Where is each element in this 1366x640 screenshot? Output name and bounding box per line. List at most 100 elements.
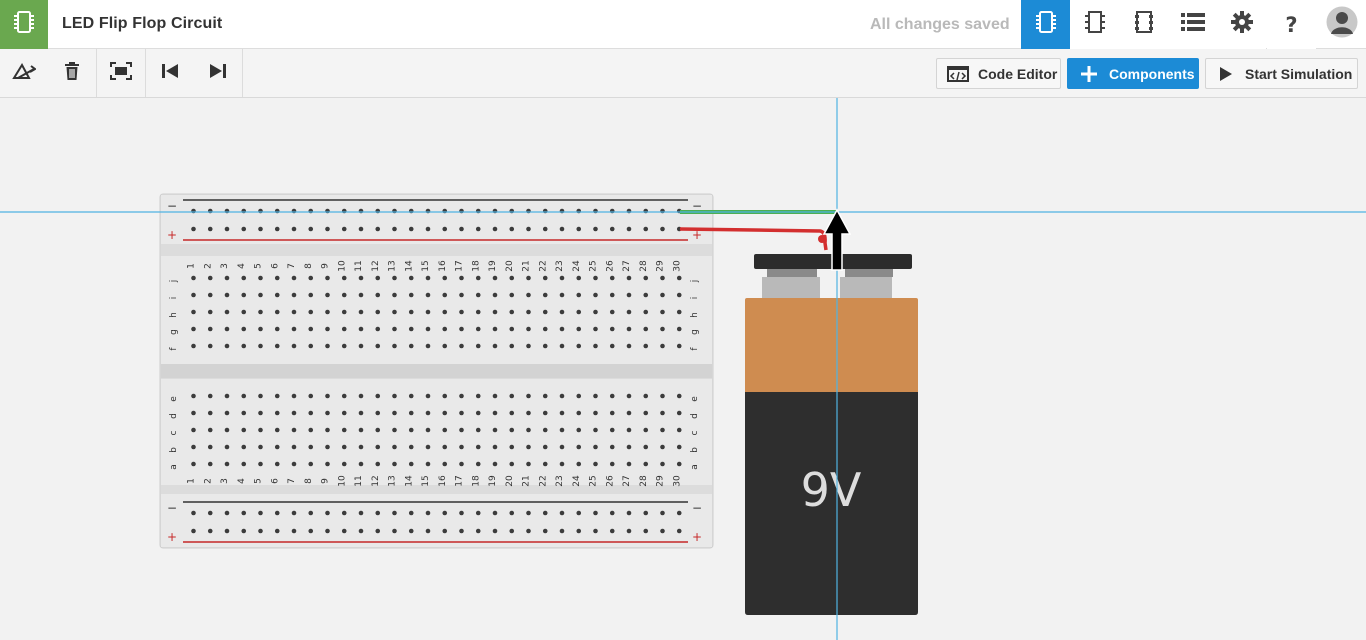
rail-hole[interactable] bbox=[643, 528, 649, 534]
rail-hole[interactable] bbox=[442, 510, 448, 516]
terminal-hole[interactable] bbox=[643, 309, 649, 315]
terminal-hole[interactable] bbox=[609, 275, 615, 281]
terminal-hole[interactable] bbox=[291, 393, 297, 399]
terminal-hole[interactable] bbox=[392, 444, 397, 450]
terminal-hole[interactable] bbox=[425, 275, 431, 281]
terminal-hole[interactable] bbox=[408, 444, 414, 450]
terminal-hole[interactable] bbox=[542, 427, 548, 433]
terminal-hole[interactable] bbox=[509, 309, 515, 315]
rotate-button[interactable] bbox=[0, 49, 48, 97]
components-button[interactable]: Components bbox=[1067, 58, 1199, 89]
terminal-hole[interactable] bbox=[626, 292, 632, 298]
terminal-hole[interactable] bbox=[492, 292, 498, 298]
rail-hole[interactable] bbox=[492, 528, 498, 534]
terminal-hole[interactable] bbox=[358, 275, 364, 281]
rail-hole[interactable] bbox=[609, 510, 615, 516]
terminal-hole[interactable] bbox=[660, 309, 665, 315]
rail-hole[interactable] bbox=[274, 208, 280, 214]
terminal-hole[interactable] bbox=[325, 275, 330, 281]
terminal-hole[interactable] bbox=[241, 309, 247, 315]
terminal-hole[interactable] bbox=[191, 275, 196, 281]
rail-hole[interactable] bbox=[291, 510, 297, 516]
terminal-hole[interactable] bbox=[526, 309, 531, 315]
rail-hole[interactable] bbox=[224, 226, 230, 232]
battery-terminal-negative[interactable] bbox=[767, 269, 817, 277]
terminal-hole[interactable] bbox=[593, 410, 598, 416]
rail-hole[interactable] bbox=[408, 208, 414, 214]
rail-hole[interactable] bbox=[643, 226, 649, 232]
terminal-hole[interactable] bbox=[224, 343, 230, 349]
terminal-hole[interactable] bbox=[425, 410, 431, 416]
terminal-hole[interactable] bbox=[358, 343, 364, 349]
terminal-hole[interactable] bbox=[609, 410, 615, 416]
rail-hole[interactable] bbox=[358, 226, 364, 232]
rail-hole[interactable] bbox=[626, 208, 632, 214]
terminal-hole[interactable] bbox=[660, 410, 665, 416]
terminal-hole[interactable] bbox=[660, 326, 665, 332]
terminal-hole[interactable] bbox=[509, 275, 515, 281]
rail-hole[interactable] bbox=[442, 528, 448, 534]
terminal-hole[interactable] bbox=[291, 427, 297, 433]
terminal-hole[interactable] bbox=[609, 309, 615, 315]
terminal-hole[interactable] bbox=[191, 292, 196, 298]
rail-hole[interactable] bbox=[643, 510, 649, 516]
terminal-hole[interactable] bbox=[341, 444, 347, 450]
terminal-hole[interactable] bbox=[626, 393, 632, 399]
terminal-hole[interactable] bbox=[258, 461, 263, 467]
terminal-hole[interactable] bbox=[241, 410, 247, 416]
terminal-hole[interactable] bbox=[559, 410, 565, 416]
terminal-hole[interactable] bbox=[258, 326, 263, 332]
terminal-hole[interactable] bbox=[442, 343, 448, 349]
terminal-hole[interactable] bbox=[358, 309, 364, 315]
terminal-hole[interactable] bbox=[626, 444, 632, 450]
terminal-hole[interactable] bbox=[392, 326, 397, 332]
rail-hole[interactable] bbox=[291, 208, 297, 214]
terminal-hole[interactable] bbox=[308, 309, 314, 315]
terminal-hole[interactable] bbox=[274, 410, 280, 416]
terminal-hole[interactable] bbox=[274, 427, 280, 433]
terminal-hole[interactable] bbox=[224, 444, 230, 450]
terminal-hole[interactable] bbox=[660, 461, 665, 467]
terminal-hole[interactable] bbox=[559, 292, 565, 298]
terminal-hole[interactable] bbox=[207, 309, 213, 315]
terminal-hole[interactable] bbox=[509, 427, 515, 433]
terminal-hole[interactable] bbox=[224, 410, 230, 416]
terminal-hole[interactable] bbox=[643, 427, 649, 433]
user-avatar-button[interactable] bbox=[1318, 0, 1366, 49]
rail-hole[interactable] bbox=[576, 226, 582, 232]
rail-hole[interactable] bbox=[207, 510, 213, 516]
terminal-hole[interactable] bbox=[442, 410, 448, 416]
terminal-hole[interactable] bbox=[609, 427, 615, 433]
terminal-hole[interactable] bbox=[526, 444, 531, 450]
terminal-hole[interactable] bbox=[408, 427, 414, 433]
rail-hole[interactable] bbox=[459, 226, 464, 232]
rail-hole[interactable] bbox=[492, 510, 498, 516]
rail-hole[interactable] bbox=[526, 226, 531, 232]
rail-hole[interactable] bbox=[241, 510, 247, 516]
rail-hole[interactable] bbox=[593, 528, 598, 534]
rail-hole[interactable] bbox=[509, 208, 515, 214]
terminal-hole[interactable] bbox=[576, 309, 582, 315]
terminal-hole[interactable] bbox=[676, 410, 682, 416]
rail-hole[interactable] bbox=[475, 226, 481, 232]
terminal-hole[interactable] bbox=[425, 393, 431, 399]
terminal-hole[interactable] bbox=[459, 427, 464, 433]
terminal-hole[interactable] bbox=[308, 275, 314, 281]
rail-hole[interactable] bbox=[660, 208, 665, 214]
terminal-hole[interactable] bbox=[576, 427, 582, 433]
rail-hole[interactable] bbox=[660, 528, 665, 534]
terminal-hole[interactable] bbox=[325, 343, 330, 349]
start-simulation-button[interactable]: Start Simulation bbox=[1205, 58, 1358, 89]
rail-hole[interactable] bbox=[492, 208, 498, 214]
terminal-hole[interactable] bbox=[325, 326, 330, 332]
rail-hole[interactable] bbox=[241, 208, 247, 214]
terminal-hole[interactable] bbox=[191, 343, 196, 349]
terminal-hole[interactable] bbox=[408, 410, 414, 416]
terminal-hole[interactable] bbox=[509, 326, 515, 332]
terminal-hole[interactable] bbox=[660, 343, 665, 349]
terminal-hole[interactable] bbox=[375, 444, 381, 450]
terminal-hole[interactable] bbox=[609, 393, 615, 399]
terminal-hole[interactable] bbox=[308, 393, 314, 399]
terminal-hole[interactable] bbox=[660, 292, 665, 298]
terminal-hole[interactable] bbox=[526, 292, 531, 298]
